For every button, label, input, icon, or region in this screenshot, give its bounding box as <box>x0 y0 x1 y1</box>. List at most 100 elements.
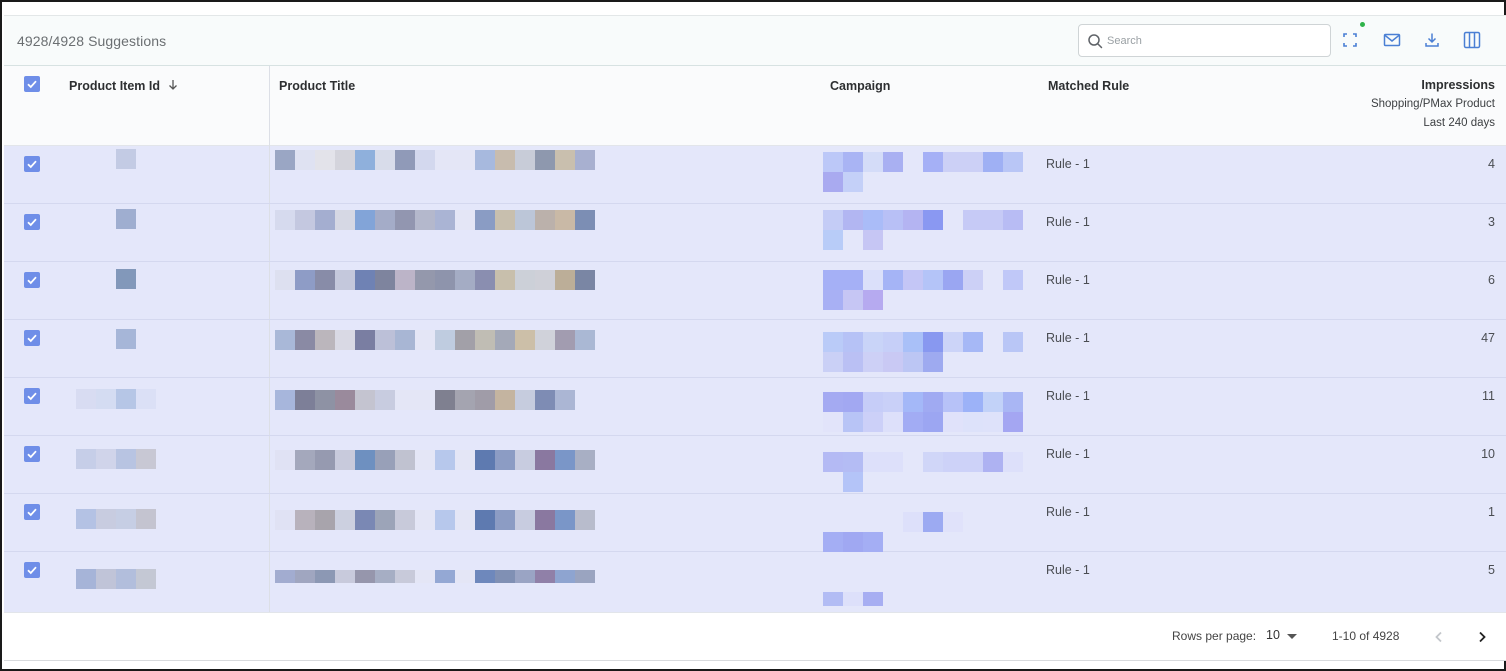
redacted-product-id <box>76 509 156 529</box>
redacted-product-id <box>76 569 156 589</box>
matched-rule: Rule - 1 <box>1046 157 1090 171</box>
suggestion-count: 4928/4928 Suggestions <box>17 33 167 49</box>
table-body: Rule - 1 4 Rule - 1 3 Rule - 1 6 Rule - … <box>4 146 1506 612</box>
redacted-campaign <box>823 270 1023 310</box>
header-impressions-period: Last 240 days <box>1423 117 1495 129</box>
caret-down-icon[interactable] <box>1287 634 1297 639</box>
redacted-product-title <box>275 270 595 290</box>
redacted-product-title <box>275 570 615 583</box>
redacted-product-id <box>116 269 136 289</box>
row-checkbox[interactable] <box>24 330 40 346</box>
search-box[interactable] <box>1078 24 1331 57</box>
table-row[interactable]: Rule - 1 11 <box>4 378 1506 436</box>
row-checkbox[interactable] <box>24 446 40 462</box>
redacted-product-id <box>76 389 156 409</box>
impressions-value: 47 <box>1481 331 1495 345</box>
page-range: 1-10 of 4928 <box>1332 629 1400 643</box>
redacted-product-id <box>116 149 136 169</box>
redacted-product-id <box>116 209 136 229</box>
checkmark-icon <box>27 392 37 401</box>
mail-icon <box>1383 33 1401 47</box>
table-row[interactable]: Rule - 1 3 <box>4 204 1506 262</box>
impressions-value: 6 <box>1488 273 1495 287</box>
row-checkbox[interactable] <box>24 272 40 288</box>
chevron-left-icon <box>1435 631 1442 643</box>
checkmark-icon <box>27 508 37 517</box>
checkmark-icon <box>27 160 37 169</box>
checkmark-icon <box>27 566 37 575</box>
pagination-bar: Rows per page: 10 1-10 of 4928 <box>4 612 1506 661</box>
checkmark-icon <box>27 450 37 459</box>
row-checkbox[interactable] <box>24 504 40 520</box>
matched-rule: Rule - 1 <box>1046 273 1090 287</box>
header-campaign[interactable]: Campaign <box>830 79 890 93</box>
row-checkbox[interactable] <box>24 388 40 404</box>
status-dot <box>1360 22 1365 27</box>
redacted-campaign <box>823 452 1023 492</box>
header-impressions[interactable]: Impressions <box>1421 78 1495 92</box>
matched-rule: Rule - 1 <box>1046 215 1090 229</box>
previous-page-button[interactable] <box>1429 627 1449 647</box>
impressions-value: 10 <box>1481 447 1495 461</box>
redacted-campaign <box>823 332 1023 372</box>
redacted-campaign <box>823 210 1023 250</box>
checkmark-icon <box>27 218 37 227</box>
redacted-campaign <box>823 152 1023 192</box>
redacted-product-title <box>275 210 595 230</box>
redacted-product-title <box>275 510 615 530</box>
search-input[interactable] <box>1107 31 1322 51</box>
impressions-value: 1 <box>1488 505 1495 519</box>
redacted-campaign <box>823 592 903 606</box>
rows-per-page-label: Rows per page: <box>1172 629 1257 643</box>
table-row[interactable]: Rule - 1 5 <box>4 552 1506 610</box>
header-impressions-subtitle: Shopping/PMax Product <box>1370 98 1495 110</box>
redacted-campaign <box>823 512 963 552</box>
columns-icon <box>1463 31 1481 49</box>
row-checkbox[interactable] <box>24 156 40 172</box>
next-page-button[interactable] <box>1472 627 1492 647</box>
table-row[interactable]: Rule - 1 10 <box>4 436 1506 494</box>
header-matched-rule[interactable]: Matched Rule <box>1048 79 1129 93</box>
matched-rule: Rule - 1 <box>1046 389 1090 403</box>
matched-rule: Rule - 1 <box>1046 447 1090 461</box>
columns-button[interactable] <box>1459 27 1485 53</box>
header-product-title[interactable]: Product Title <box>279 79 355 93</box>
search-icon <box>1088 34 1103 49</box>
impressions-value: 4 <box>1488 157 1495 171</box>
redacted-product-title <box>275 150 595 170</box>
fullscreen-button[interactable] <box>1337 27 1363 53</box>
redacted-product-id <box>76 449 156 469</box>
table-row[interactable]: Rule - 1 4 <box>4 146 1506 204</box>
chevron-right-icon <box>1479 631 1486 643</box>
row-checkbox[interactable] <box>24 562 40 578</box>
table-header: Product Item Id Product Title Campaign M… <box>4 66 1506 146</box>
impressions-value: 11 <box>1482 389 1495 403</box>
download-icon <box>1425 33 1439 47</box>
redacted-product-title <box>275 450 615 470</box>
table-toolbar: 4928/4928 Suggestions <box>4 15 1506 66</box>
checkmark-icon <box>27 334 37 343</box>
impressions-value: 5 <box>1488 563 1495 577</box>
select-all-checkbox[interactable] <box>24 76 40 92</box>
matched-rule: Rule - 1 <box>1046 505 1090 519</box>
arrow-down-icon[interactable] <box>167 79 179 91</box>
email-button[interactable] <box>1379 27 1405 53</box>
table-row[interactable]: Rule - 1 47 <box>4 320 1506 378</box>
redacted-product-title <box>275 330 595 350</box>
download-button[interactable] <box>1419 27 1445 53</box>
matched-rule: Rule - 1 <box>1046 331 1090 345</box>
header-product-item-id[interactable]: Product Item Id <box>69 79 179 93</box>
header-product-item-id-label: Product Item Id <box>69 79 160 93</box>
column-divider <box>269 66 270 146</box>
matched-rule: Rule - 1 <box>1046 563 1090 577</box>
fullscreen-icon <box>1343 33 1357 47</box>
rows-per-page-select[interactable]: 10 <box>1266 628 1280 642</box>
row-checkbox[interactable] <box>24 214 40 230</box>
redacted-product-title <box>275 390 595 410</box>
table-row[interactable]: Rule - 1 1 <box>4 494 1506 552</box>
redacted-product-id <box>116 329 136 349</box>
table-row[interactable]: Rule - 1 6 <box>4 262 1506 320</box>
redacted-campaign <box>823 392 1033 432</box>
checkmark-icon <box>27 80 37 89</box>
app-frame: 4928/4928 Suggestions Search Product Ite… <box>0 0 1506 671</box>
